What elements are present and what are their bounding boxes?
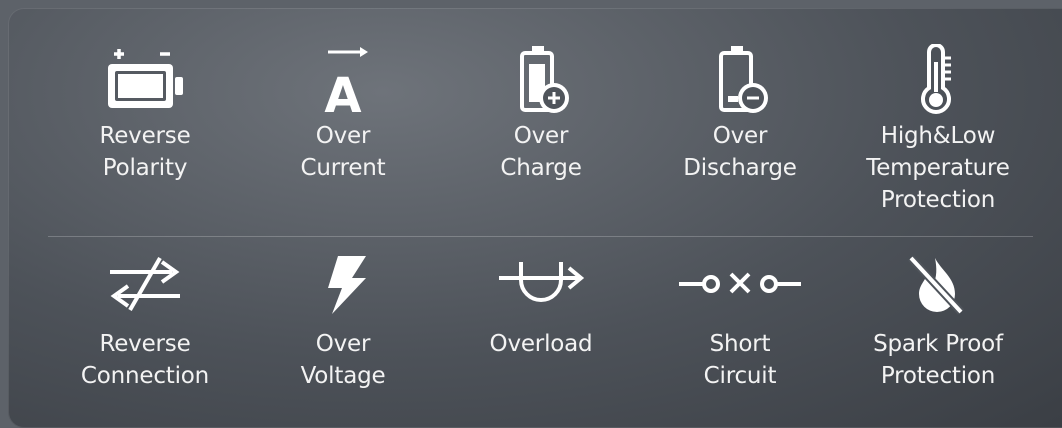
label-line: Over bbox=[315, 331, 371, 357]
feature-over-current: A Over Current bbox=[243, 44, 443, 184]
reverse-arrows-icon bbox=[110, 257, 180, 311]
feature-short-circuit: Short Circuit bbox=[640, 254, 840, 392]
feature-spark-proof: Spark Proof Protection bbox=[838, 254, 1038, 392]
label-line: Current bbox=[300, 155, 386, 181]
feature-reverse-polarity: Reverse Polarity bbox=[45, 44, 245, 184]
label-line: Polarity bbox=[102, 155, 188, 181]
battery-plus-icon bbox=[520, 46, 569, 113]
label-line: Reverse bbox=[99, 331, 191, 357]
short-circuit-icon bbox=[679, 272, 801, 294]
feature-temperature-protection: High&Low Temperature Protection bbox=[838, 44, 1038, 216]
label-line: Over bbox=[513, 123, 569, 149]
label-line: Spark Proof bbox=[873, 331, 1003, 357]
label-line: Over bbox=[315, 123, 371, 149]
label-line: Circuit bbox=[703, 363, 777, 389]
row-divider bbox=[48, 236, 1033, 237]
feature-over-discharge: Over Discharge bbox=[640, 44, 840, 184]
label-line: Protection bbox=[880, 187, 996, 213]
label-line: Connection bbox=[80, 363, 210, 389]
ampere-current-icon: A bbox=[324, 47, 368, 120]
lightning-bolt-icon bbox=[328, 256, 366, 314]
label-line: Overload bbox=[489, 331, 593, 357]
no-fire-icon bbox=[908, 255, 964, 315]
label-line: Charge bbox=[500, 155, 582, 181]
label-line: Temperature bbox=[866, 155, 1010, 181]
battery-minus-icon bbox=[719, 46, 768, 113]
svg-text:A: A bbox=[324, 68, 361, 120]
label-line: High&Low bbox=[880, 123, 996, 149]
feature-overload: Overload bbox=[441, 254, 641, 360]
feature-over-charge: Over Charge bbox=[441, 44, 641, 184]
label-line: Short bbox=[709, 331, 771, 357]
label-line: Voltage bbox=[300, 363, 386, 389]
thermometer-icon bbox=[921, 44, 951, 114]
feature-over-voltage: Over Voltage bbox=[243, 254, 443, 392]
battery-polarity-icon bbox=[108, 49, 183, 108]
label-line: Reverse bbox=[99, 123, 191, 149]
overload-arrow-icon bbox=[499, 262, 585, 302]
label-line: Protection bbox=[880, 363, 996, 389]
label-line: Discharge bbox=[683, 155, 797, 181]
feature-reverse-connection: Reverse Connection bbox=[45, 254, 245, 392]
label-line: Over bbox=[712, 123, 768, 149]
